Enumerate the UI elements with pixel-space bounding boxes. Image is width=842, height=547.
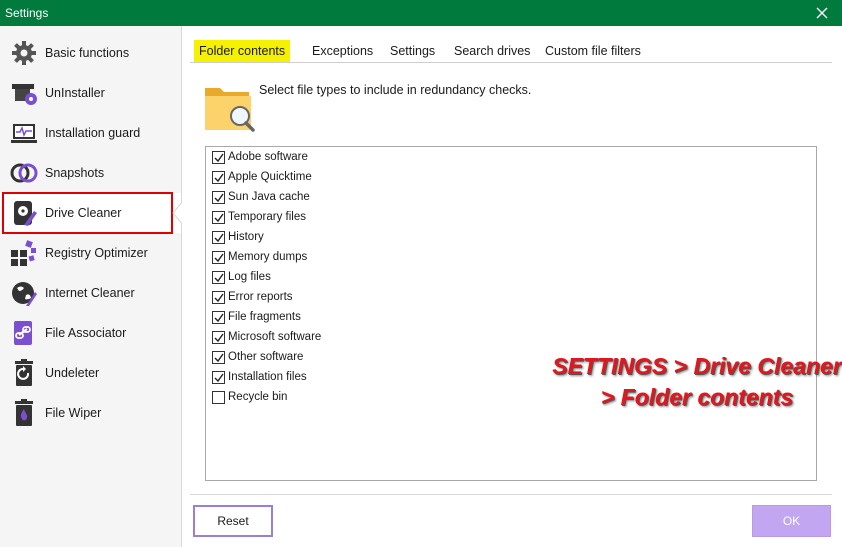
checkmark-icon bbox=[214, 333, 224, 343]
checkbox-label: Apple Quicktime bbox=[228, 171, 312, 183]
checkmark-icon bbox=[214, 373, 224, 383]
drive-cleaner-icon bbox=[14, 201, 37, 226]
checkbox[interactable] bbox=[212, 151, 225, 164]
checkbox-error-reports[interactable]: Error reports bbox=[212, 288, 492, 308]
checkmark-icon bbox=[214, 253, 224, 263]
tab-exceptions[interactable]: Exceptions bbox=[307, 40, 378, 62]
checkbox-label: Error reports bbox=[228, 291, 293, 303]
checkbox-label: Installation files bbox=[228, 371, 307, 383]
checkbox-installation-files[interactable]: Installation files bbox=[212, 368, 492, 388]
checkbox-label: Memory dumps bbox=[228, 251, 308, 263]
content-panel: Folder contents Exceptions Settings Sear… bbox=[182, 26, 842, 547]
checkbox[interactable] bbox=[212, 371, 225, 384]
checkbox[interactable] bbox=[212, 211, 225, 224]
installation-guard-icon bbox=[11, 124, 37, 143]
sidebar-item-file-wiper[interactable]: File Wiper bbox=[0, 393, 181, 433]
checkbox-log-files[interactable]: Log files bbox=[212, 268, 492, 288]
checkbox-history[interactable]: History bbox=[212, 228, 492, 248]
reset-button[interactable]: Reset bbox=[193, 505, 273, 537]
sidebar: Basic functions UnInstaller Installation… bbox=[0, 26, 184, 547]
checkmark-icon bbox=[214, 293, 224, 303]
checkmark-icon bbox=[214, 173, 224, 183]
checkbox-temporary-files[interactable]: Temporary files bbox=[212, 208, 492, 228]
sidebar-item-drive-cleaner[interactable]: Drive Cleaner bbox=[0, 193, 181, 233]
checkbox[interactable] bbox=[212, 351, 225, 364]
checkbox[interactable] bbox=[212, 291, 225, 304]
gear-icon bbox=[12, 41, 36, 65]
close-button[interactable] bbox=[802, 0, 842, 26]
sidebar-item-label: File Associator bbox=[45, 326, 127, 340]
sidebar-item-file-associator[interactable]: File Associator bbox=[0, 313, 181, 353]
window-title: Settings bbox=[5, 6, 49, 20]
checkmark-icon bbox=[214, 213, 224, 223]
sidebar-item-snapshots[interactable]: Snapshots bbox=[0, 153, 181, 193]
registry-optimizer-icon bbox=[11, 240, 36, 266]
checkbox[interactable] bbox=[212, 191, 225, 204]
title-bar: Settings bbox=[0, 0, 842, 26]
checkbox-label: Other software bbox=[228, 351, 304, 363]
sidebar-item-undeleter[interactable]: Undeleter bbox=[0, 353, 181, 393]
checkbox[interactable] bbox=[212, 251, 225, 264]
checkbox[interactable] bbox=[212, 231, 225, 244]
checkbox[interactable] bbox=[212, 271, 225, 284]
sidebar-item-label: Snapshots bbox=[45, 166, 105, 180]
checkbox-label: History bbox=[228, 231, 264, 243]
checkmark-icon bbox=[214, 153, 224, 163]
sidebar-item-label: Registry Optimizer bbox=[45, 246, 148, 260]
close-icon bbox=[816, 7, 828, 19]
tab-settings[interactable]: Settings bbox=[385, 40, 440, 62]
sidebar-item-basic-functions[interactable]: Basic functions bbox=[0, 33, 181, 73]
footer-divider bbox=[190, 494, 832, 495]
sidebar-item-label: Installation guard bbox=[45, 126, 141, 140]
checkbox[interactable] bbox=[212, 391, 225, 404]
checkbox-apple-quicktime[interactable]: Apple Quicktime bbox=[212, 168, 492, 188]
sidebar-item-internet-cleaner[interactable]: Internet Cleaner bbox=[0, 273, 181, 313]
sidebar-item-label: Internet Cleaner bbox=[45, 286, 135, 300]
file-wiper-icon bbox=[15, 399, 33, 426]
checkmark-icon bbox=[214, 353, 224, 363]
checkbox-sun-java-cache[interactable]: Sun Java cache bbox=[212, 188, 492, 208]
undeleter-icon bbox=[15, 359, 33, 386]
tab-search-drives[interactable]: Search drives bbox=[449, 40, 535, 62]
checkbox-label: File fragments bbox=[228, 311, 301, 323]
checkbox-microsoft-software[interactable]: Microsoft software bbox=[212, 328, 492, 348]
snapshots-icon bbox=[10, 163, 38, 183]
checkmark-icon bbox=[214, 273, 224, 283]
sidebar-item-uninstaller[interactable]: UnInstaller bbox=[0, 73, 181, 113]
sidebar-item-registry-optimizer[interactable]: Registry Optimizer bbox=[0, 233, 181, 273]
checkbox[interactable] bbox=[212, 331, 225, 344]
file-type-list: Adobe software Apple Quicktime Sun Java … bbox=[205, 146, 817, 481]
folder-search-icon bbox=[205, 88, 255, 132]
sidebar-item-label: Undeleter bbox=[45, 366, 100, 380]
sidebar-item-installation-guard[interactable]: Installation guard bbox=[0, 113, 181, 153]
checkbox-recycle-bin[interactable]: Recycle bin bbox=[212, 388, 492, 408]
tab-bar: Folder contents Exceptions Settings Sear… bbox=[190, 40, 832, 63]
tab-folder-contents[interactable]: Folder contents bbox=[194, 40, 291, 62]
sidebar-item-label: Basic functions bbox=[45, 46, 130, 60]
checkbox-file-fragments[interactable]: File fragments bbox=[212, 308, 492, 328]
file-associator-icon bbox=[14, 321, 32, 345]
intro-text: Select file types to include in redundan… bbox=[259, 83, 532, 97]
ok-button[interactable]: OK bbox=[752, 505, 831, 537]
tab-custom-file-filters[interactable]: Custom file filters bbox=[540, 40, 646, 62]
checkmark-icon bbox=[214, 193, 224, 203]
checkbox-other-software[interactable]: Other software bbox=[212, 348, 492, 368]
checkbox-label: Microsoft software bbox=[228, 331, 322, 343]
checkbox-label: Adobe software bbox=[228, 151, 308, 163]
checkbox-label: Log files bbox=[228, 271, 271, 283]
checkbox-label: Temporary files bbox=[228, 211, 306, 223]
uninstaller-icon bbox=[12, 84, 37, 105]
checkbox-memory-dumps[interactable]: Memory dumps bbox=[212, 248, 492, 268]
checkmark-icon bbox=[214, 313, 224, 323]
checkmark-icon bbox=[214, 233, 224, 243]
checkbox-label: Sun Java cache bbox=[228, 191, 310, 203]
sidebar-item-label: UnInstaller bbox=[45, 86, 105, 100]
checkbox-adobe-software[interactable]: Adobe software bbox=[212, 148, 492, 168]
internet-cleaner-icon bbox=[12, 282, 37, 306]
sidebar-item-label: Drive Cleaner bbox=[45, 206, 122, 220]
checkbox[interactable] bbox=[212, 311, 225, 324]
sidebar-item-label: File Wiper bbox=[45, 406, 102, 420]
checkbox-label: Recycle bin bbox=[228, 391, 288, 403]
checkbox[interactable] bbox=[212, 171, 225, 184]
